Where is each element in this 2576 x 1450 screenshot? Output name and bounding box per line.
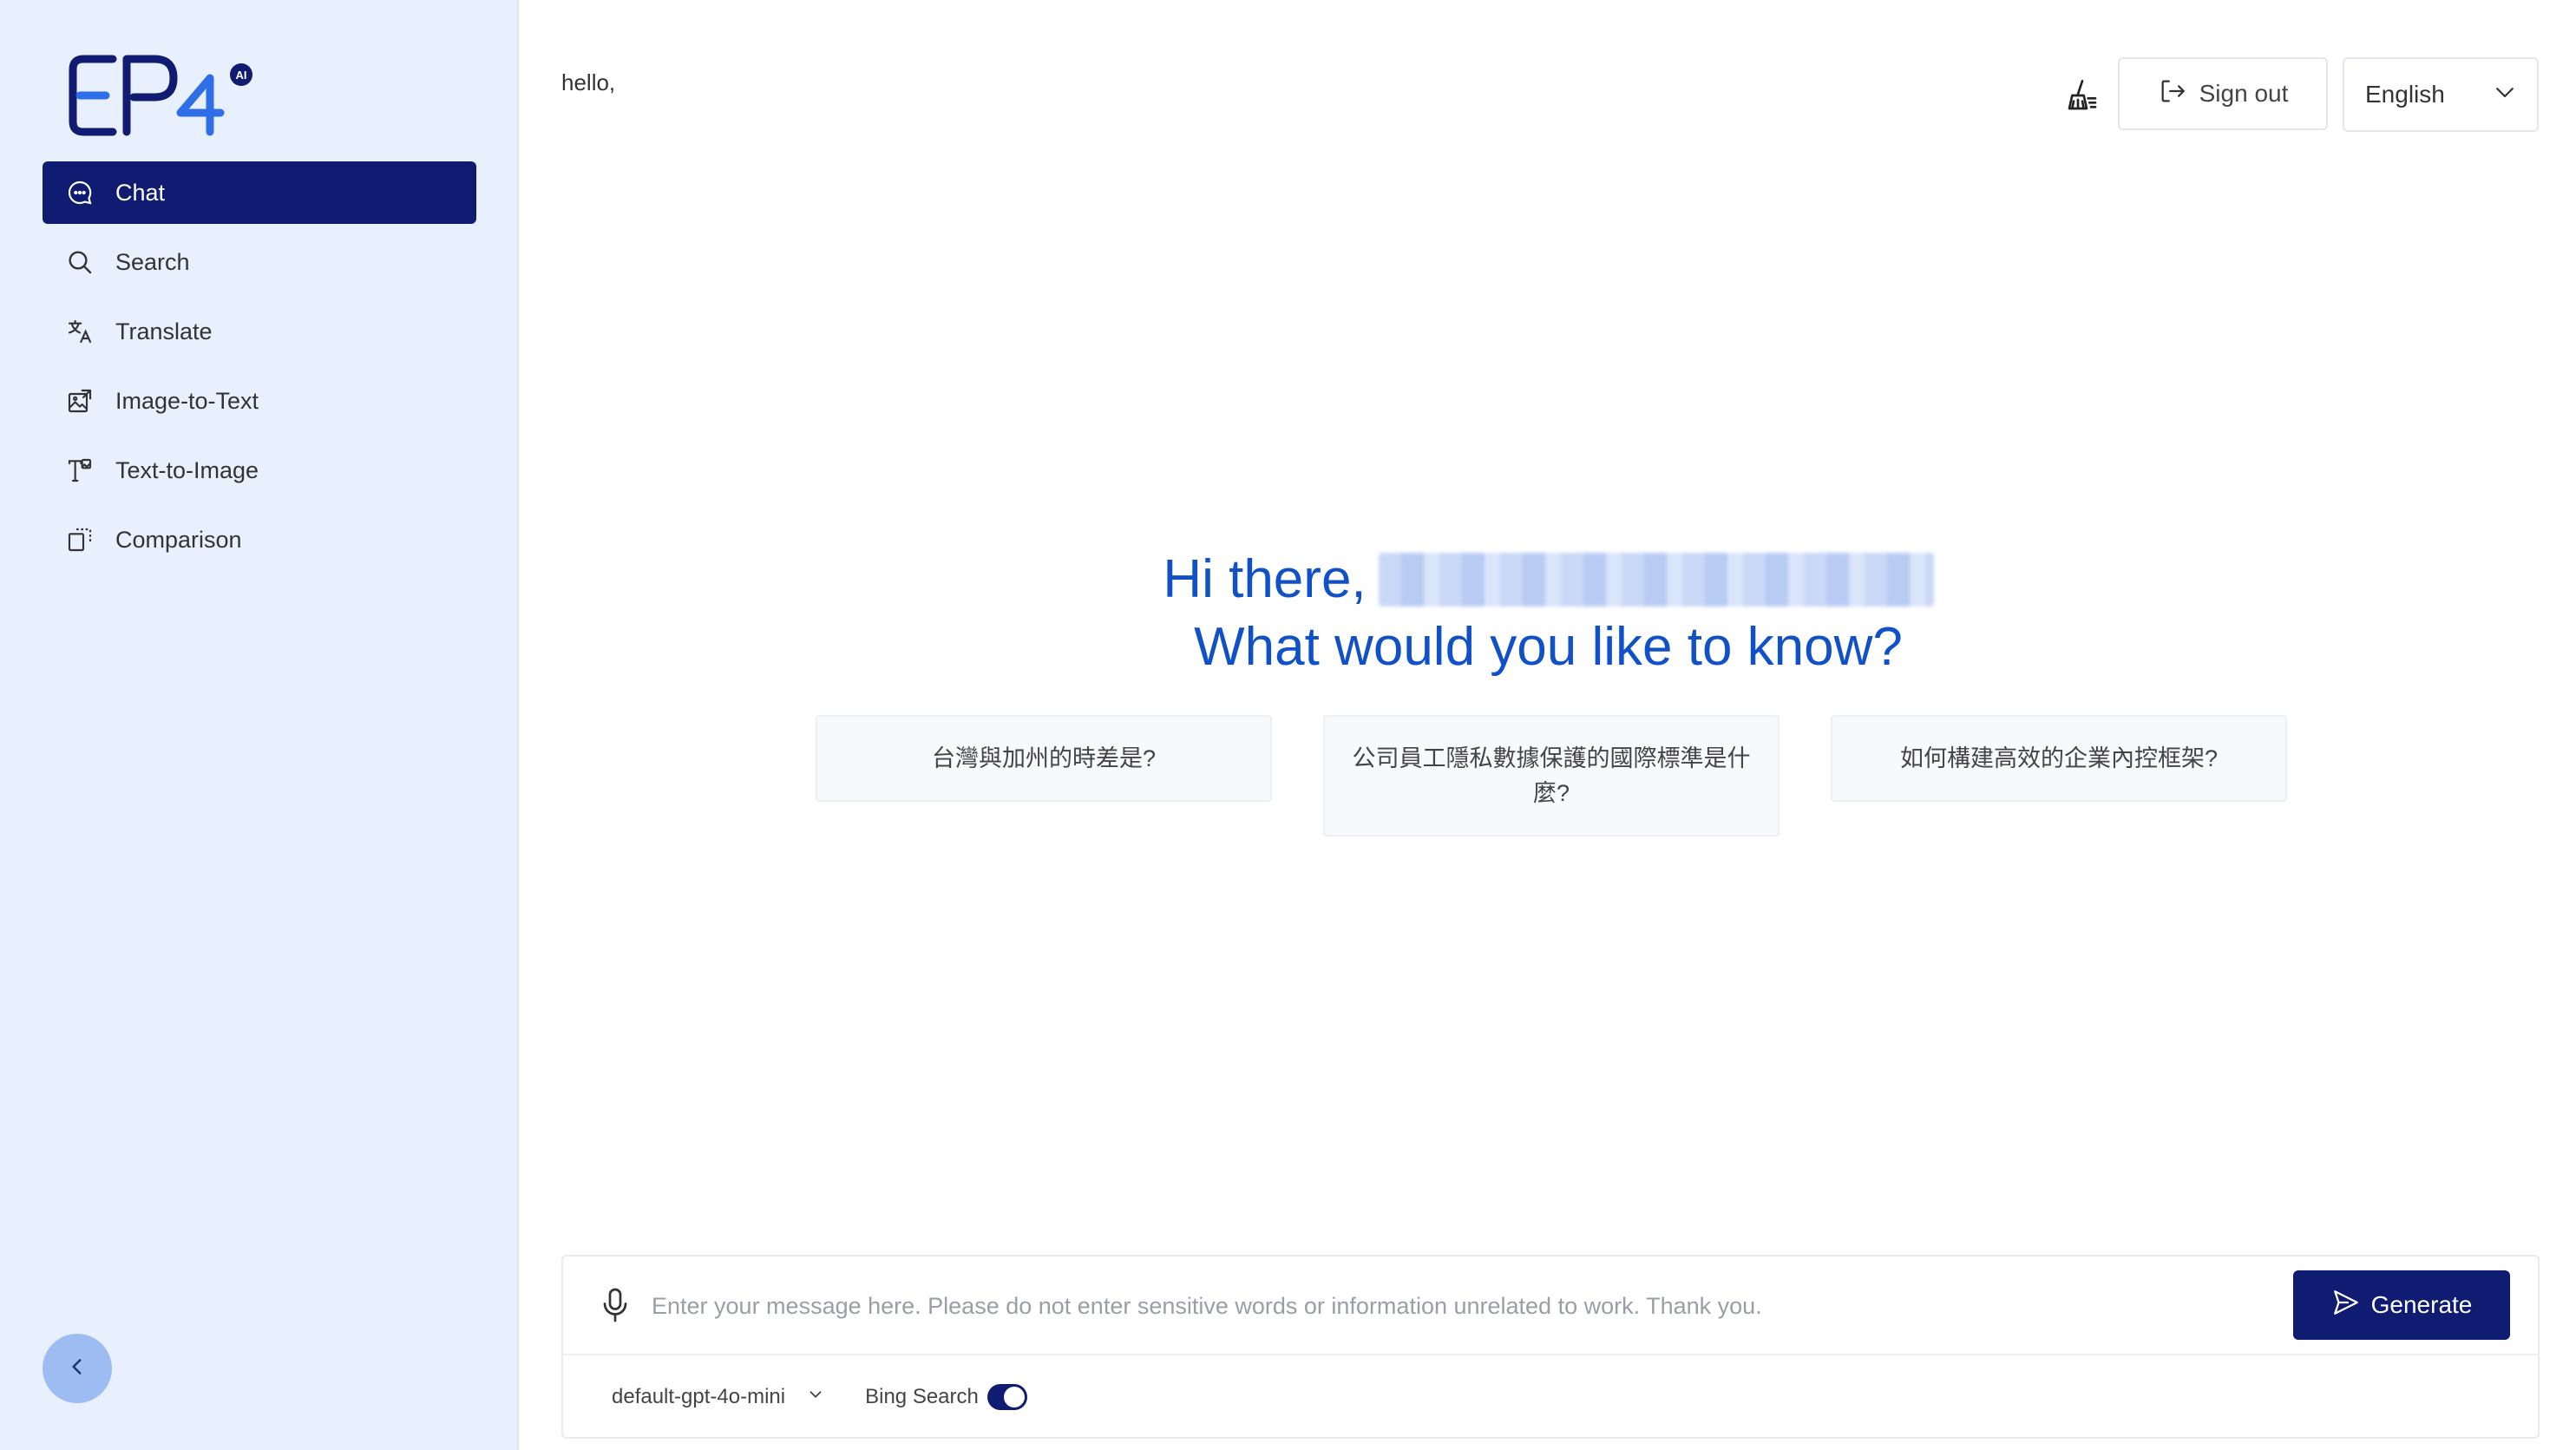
hero-greeting: Hi there, xyxy=(521,543,2576,616)
app-root: AI Chat Search Translate Image-to-Text T… xyxy=(0,0,2576,1450)
suggestion-card[interactable]: 公司員工隱私數據保護的國際標準是什麼? xyxy=(1323,715,1780,837)
generate-label: Generate xyxy=(2370,1291,2473,1318)
redacted-user-name xyxy=(1378,553,1934,607)
language-value: English xyxy=(2365,81,2445,108)
sidebar-item-search[interactable]: Search xyxy=(43,231,476,293)
greeting-text: hello, xyxy=(561,69,616,95)
suggestion-card[interactable]: 台灣與加州的時差是? xyxy=(816,715,1272,802)
sign-out-icon xyxy=(2158,76,2187,112)
translate-icon xyxy=(65,317,95,346)
sidebar-item-image-to-text[interactable]: Image-to-Text xyxy=(43,370,476,432)
sidebar: AI Chat Search Translate Image-to-Text T… xyxy=(0,0,519,1450)
bing-search-option: Bing Search xyxy=(865,1384,1027,1410)
hero-greeting-text: Hi there, xyxy=(1163,549,1367,609)
sidebar-item-comparison[interactable]: Comparison xyxy=(43,508,476,571)
composer-options-row: default-gpt-4o-mini Bing Search xyxy=(563,1355,2538,1439)
sidebar-nav: Chat Search Translate Image-to-Text Text… xyxy=(43,161,476,578)
sidebar-item-translate[interactable]: Translate xyxy=(43,300,476,363)
ep4-logo[interactable]: AI xyxy=(68,52,259,139)
chevron-left-icon xyxy=(66,1355,88,1382)
sign-out-label: Sign out xyxy=(2199,80,2289,107)
message-composer: Generate default-gpt-4o-mini Bing Search xyxy=(561,1255,2540,1439)
welcome-hero: Hi there, What would you like to know? xyxy=(521,543,2576,679)
sidebar-item-chat[interactable]: Chat xyxy=(43,161,476,224)
suggestion-card[interactable]: 如何構建高效的企業內控框架? xyxy=(1831,715,2287,802)
sidebar-item-label: Text-to-Image xyxy=(115,456,259,483)
svg-text:AI: AI xyxy=(236,69,247,82)
send-icon xyxy=(2331,1288,2361,1323)
model-value: default-gpt-4o-mini xyxy=(612,1385,786,1408)
chevron-down-icon xyxy=(806,1385,825,1410)
clear-chat-button[interactable] xyxy=(2058,73,2107,121)
comparison-icon xyxy=(65,525,95,554)
image-to-text-icon xyxy=(65,386,95,416)
chat-icon xyxy=(65,178,95,207)
text-to-image-icon xyxy=(65,456,95,485)
collapse-sidebar-button[interactable] xyxy=(43,1334,112,1403)
sidebar-item-label: Comparison xyxy=(115,526,242,553)
hero-question: What would you like to know? xyxy=(1194,617,1903,677)
composer-input-row: Generate xyxy=(563,1256,2538,1355)
microphone-icon[interactable] xyxy=(600,1286,634,1326)
search-icon xyxy=(65,247,95,277)
broom-icon xyxy=(2065,78,2100,117)
message-input[interactable] xyxy=(652,1283,2265,1329)
bing-search-label: Bing Search xyxy=(865,1385,979,1408)
sidebar-item-label: Translate xyxy=(115,318,213,344)
chevron-down-icon xyxy=(2492,79,2518,111)
sidebar-item-label: Image-to-Text xyxy=(115,387,259,414)
generate-button[interactable]: Generate xyxy=(2293,1270,2510,1340)
sidebar-item-text-to-image[interactable]: Text-to-Image xyxy=(43,439,476,502)
bing-search-toggle[interactable] xyxy=(986,1384,1027,1410)
sign-out-button[interactable]: Sign out xyxy=(2118,57,2328,130)
model-select[interactable]: default-gpt-4o-mini xyxy=(612,1385,825,1410)
sidebar-item-label: Chat xyxy=(115,179,166,206)
sidebar-item-label: Search xyxy=(115,248,190,275)
language-select[interactable]: English xyxy=(2343,57,2539,132)
